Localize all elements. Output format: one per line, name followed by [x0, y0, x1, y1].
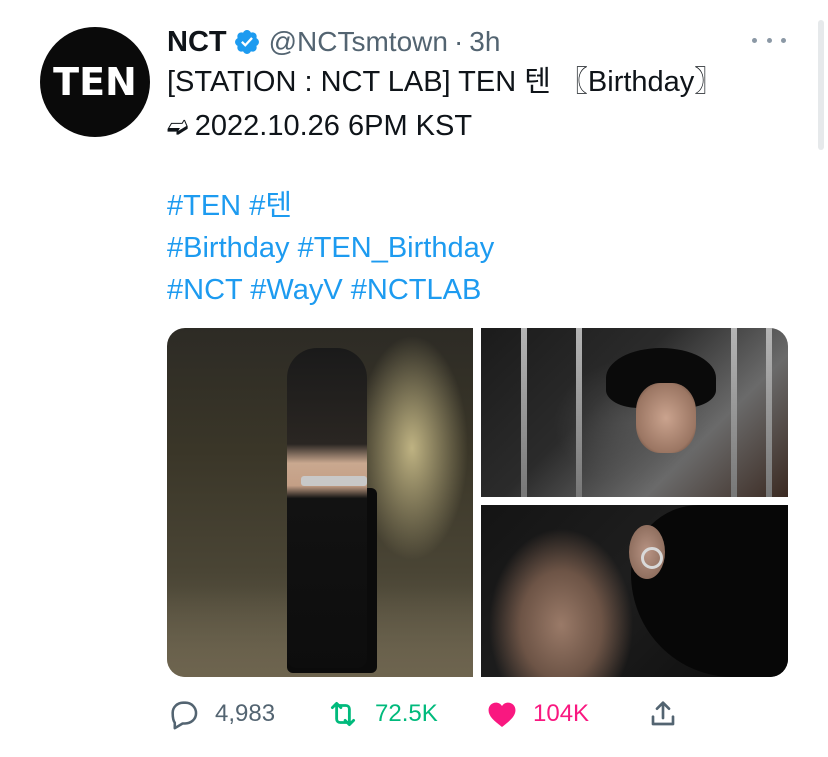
hashtag-link[interactable]: #텐 [249, 190, 292, 222]
tweet-date: 2022.10.26 6PM KST [194, 110, 473, 142]
tweet-text-line-1: [STATION : NCT LAB] TEN 텐 〖Birthday〗 [167, 66, 724, 98]
action-bar: 4,983 72.5K 104K [167, 694, 687, 734]
avatar-logo-text: TEN [53, 60, 137, 104]
share-button[interactable] [647, 694, 679, 734]
tweet-text-line-2: ➫ 2022.10.26 6PM KST [167, 106, 472, 147]
more-options-icon[interactable] [752, 28, 786, 52]
hashtag-link[interactable]: #TEN [167, 190, 241, 222]
hashtag-link[interactable]: #NCT [167, 274, 242, 306]
like-button[interactable]: 104K [485, 694, 589, 734]
reply-icon [171, 701, 198, 730]
hashtag-link[interactable]: #WayV [250, 274, 342, 306]
reply-button[interactable]: 4,983 [167, 694, 275, 734]
scrollbar[interactable] [818, 20, 824, 150]
share-icon [651, 701, 675, 726]
retweet-button[interactable]: 72.5K [325, 694, 438, 734]
photo-portrait[interactable] [481, 328, 788, 497]
reply-count: 4,983 [215, 700, 276, 727]
hashtag-line-2: #Birthday #TEN_Birthday [167, 228, 494, 268]
retweet-count: 72.5K [375, 700, 438, 727]
tweet-header: NCT @NCTsmtown · 3h [167, 22, 500, 62]
hashtag-link[interactable]: #Birthday [167, 232, 290, 264]
user-handle[interactable]: @NCTsmtown [269, 26, 448, 58]
arrow-glyph: ➫ [167, 112, 189, 142]
hashtag-link[interactable]: #NCTLAB [351, 274, 482, 306]
verified-badge-icon [234, 30, 259, 54]
hashtag-line-1: #TEN #텐 [167, 186, 292, 226]
display-name[interactable]: NCT [167, 26, 227, 59]
photo-full-body[interactable] [167, 328, 473, 677]
heart-icon [488, 702, 516, 728]
retweet-icon [330, 701, 356, 727]
photo-closeup-ear[interactable] [481, 505, 788, 677]
avatar[interactable]: TEN [40, 27, 150, 137]
media-grid [167, 328, 788, 677]
separator-dot: · [453, 26, 464, 57]
like-count: 104K [533, 700, 590, 727]
timestamp[interactable]: 3h [469, 26, 500, 58]
hashtag-link[interactable]: #TEN_Birthday [298, 232, 495, 264]
hashtag-line-3: #NCT #WayV #NCTLAB [167, 270, 481, 310]
